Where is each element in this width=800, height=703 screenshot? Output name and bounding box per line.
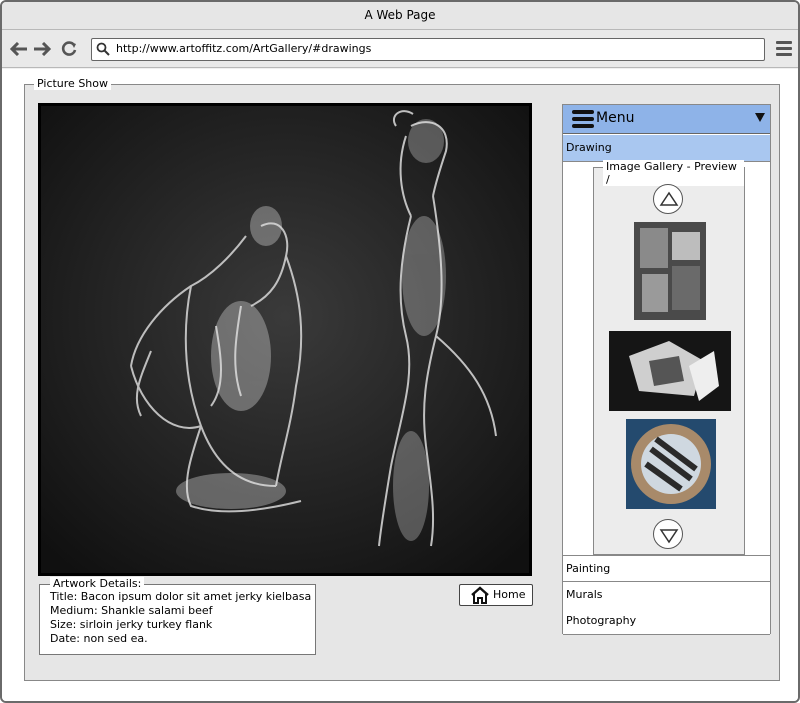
scroll-up-button[interactable] xyxy=(653,184,683,214)
home-button[interactable]: Home xyxy=(459,584,533,606)
forward-icon[interactable] xyxy=(32,39,52,59)
picture-show-legend: Picture Show xyxy=(34,77,112,90)
browser-toolbar: http://www.artoffitz.com/ArtGallery/#dra… xyxy=(2,30,798,68)
home-button-label: Home xyxy=(493,588,526,601)
menu-item-photography[interactable]: Photography xyxy=(563,608,770,635)
menu-panel: Menu Drawing Image Gallery - Preview / P… xyxy=(562,104,771,635)
url-text: http://www.artoffitz.com/ArtGallery/#dra… xyxy=(116,42,372,55)
image-gallery-preview: Image Gallery - Preview / xyxy=(593,160,745,555)
artwork-title: Title: Bacon ipsum dolor sit amet jerky … xyxy=(50,590,312,603)
back-icon[interactable] xyxy=(9,39,29,59)
reload-icon[interactable] xyxy=(59,39,79,59)
page-content: Picture Show Artwork Details: Title: Bac… xyxy=(2,69,798,701)
scroll-down-button[interactable] xyxy=(653,519,683,549)
menu-item-painting[interactable]: Painting xyxy=(563,555,770,582)
home-icon xyxy=(471,586,489,604)
picture-show-panel: Picture Show Artwork Details: Title: Bac… xyxy=(24,77,780,681)
artwork-medium: Medium: Shankle salami beef xyxy=(50,604,213,617)
gallery-thumbnail-1[interactable] xyxy=(634,222,706,320)
menu-item-drawing[interactable]: Drawing xyxy=(563,135,770,162)
menu-hamburger-icon xyxy=(572,110,594,128)
artwork-drawing xyxy=(41,106,529,573)
gallery-thumbnail-2[interactable] xyxy=(609,331,731,411)
address-bar[interactable]: http://www.artoffitz.com/ArtGallery/#dra… xyxy=(91,38,765,61)
artwork-details-legend: Artwork Details: xyxy=(50,577,145,590)
arrow-down-icon xyxy=(659,529,679,544)
gallery-thumbnail-3[interactable] xyxy=(626,419,716,509)
menu-header[interactable]: Menu xyxy=(563,105,770,134)
search-icon xyxy=(96,42,110,59)
artwork-date: Date: non sed ea. xyxy=(50,632,148,645)
image-gallery-legend: Image Gallery - Preview / xyxy=(603,160,744,186)
browser-menu-icon[interactable] xyxy=(776,41,792,57)
artwork-details: Artwork Details: Title: Bacon ipsum dolo… xyxy=(39,577,316,655)
browser-window: A Web Page http://www.artoffitz.com/ArtG… xyxy=(0,0,800,703)
main-artwork-image xyxy=(38,103,532,576)
menu-header-label: Menu xyxy=(596,110,635,126)
caret-down-icon xyxy=(755,113,765,122)
window-title: A Web Page xyxy=(2,2,798,30)
menu-item-murals[interactable]: Murals xyxy=(563,582,770,609)
artwork-size: Size: sirloin jerky turkey flank xyxy=(50,618,213,631)
arrow-up-icon xyxy=(659,191,679,206)
